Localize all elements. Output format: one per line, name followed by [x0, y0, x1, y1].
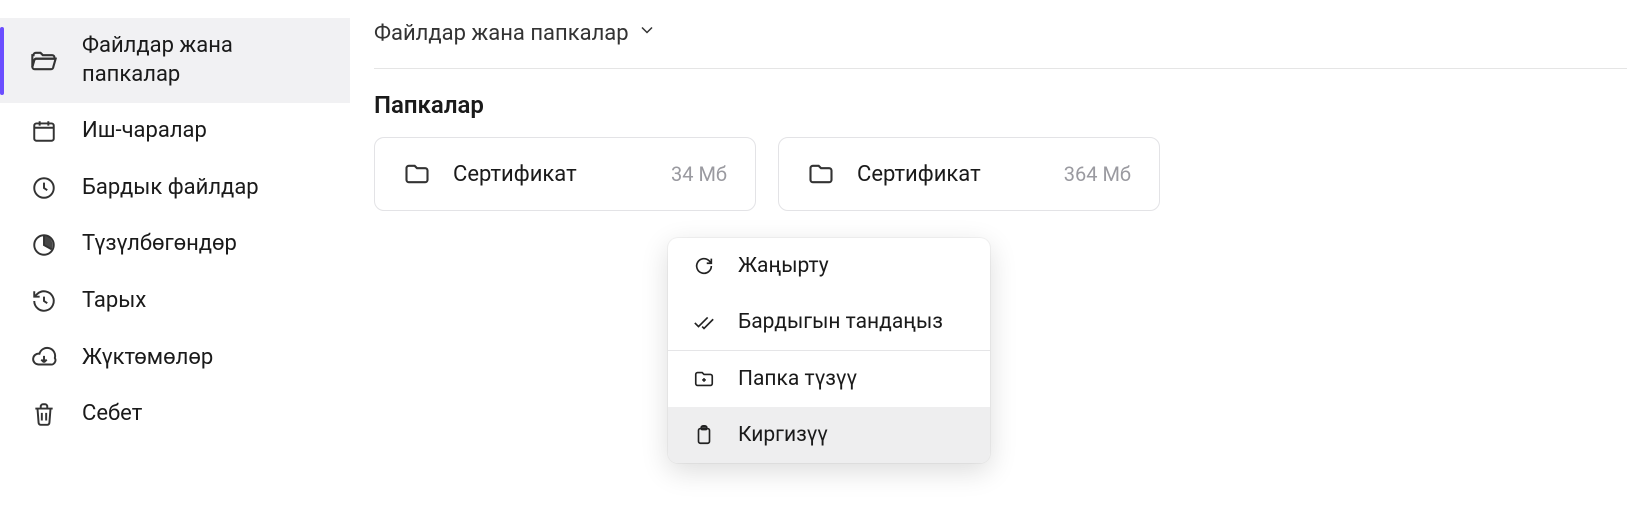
- folder-size: 34 Мб: [671, 162, 727, 186]
- refresh-icon: [692, 254, 716, 278]
- menu-item-select-all[interactable]: Бардыгын тандаңыз: [668, 294, 990, 350]
- sidebar-item-label: Түзүлбөгөндөр: [82, 230, 237, 259]
- menu-item-label: Бардыгын тандаңыз: [738, 310, 943, 334]
- menu-item-paste[interactable]: Киргизүү: [668, 407, 990, 463]
- folder-name: Сертификат: [857, 162, 1042, 187]
- check-all-icon: [692, 310, 716, 334]
- sidebar-item-events[interactable]: Иш-чаралар: [0, 103, 350, 160]
- folder-size: 364 Мб: [1064, 162, 1131, 186]
- clock-icon: [30, 174, 58, 202]
- sidebar-item-history[interactable]: Тарых: [0, 273, 350, 330]
- breadcrumb-label: Файлдар жана папкалар: [374, 21, 629, 46]
- context-menu: Жаңырту Бардыгын тандаңыз Папка түзүү Ки…: [668, 238, 990, 463]
- folder-card[interactable]: Сертификат 34 Мб: [374, 137, 756, 211]
- folder-icon: [403, 160, 431, 188]
- sidebar-item-label: Себет: [82, 400, 142, 429]
- sidebar: Файлдар жана папкалар Иш-чаралар Бардык …: [0, 0, 350, 526]
- folders-row: Сертификат 34 Мб Сертификат 364 Мб: [374, 137, 1627, 211]
- history-icon: [30, 287, 58, 315]
- menu-item-label: Жаңырту: [738, 254, 829, 278]
- sidebar-item-trash[interactable]: Себет: [0, 386, 350, 443]
- download-cloud-icon: [30, 344, 58, 372]
- menu-item-label: Папка түзүү: [738, 367, 857, 391]
- chevron-down-icon: [637, 20, 657, 46]
- calendar-icon: [30, 117, 58, 145]
- sidebar-item-all-files[interactable]: Бардык файлдар: [0, 160, 350, 217]
- menu-item-label: Киргизүү: [738, 423, 828, 447]
- new-folder-icon: [692, 367, 716, 391]
- main-content: Файлдар жана папкалар Папкалар Сертифика…: [350, 0, 1651, 526]
- sidebar-item-files-folders[interactable]: Файлдар жана папкалар: [0, 18, 350, 103]
- clipboard-icon: [692, 423, 716, 447]
- sidebar-item-label: Бардык файлдар: [82, 174, 259, 203]
- sidebar-item-label: Файлдар жана папкалар: [82, 32, 330, 89]
- sidebar-item-label: Иш-чаралар: [82, 117, 207, 146]
- breadcrumb-dropdown[interactable]: Файлдар жана папкалар: [374, 12, 1627, 69]
- sidebar-item-label: Тарых: [82, 287, 146, 316]
- folder-icon: [807, 160, 835, 188]
- sidebar-item-downloads[interactable]: Жүктөмөлөр: [0, 330, 350, 387]
- menu-item-new-folder[interactable]: Папка түзүү: [668, 351, 990, 407]
- folder-card[interactable]: Сертификат 364 Мб: [778, 137, 1160, 211]
- section-heading: Папкалар: [374, 91, 1627, 119]
- folder-open-icon: [30, 47, 58, 75]
- folder-name: Сертификат: [453, 162, 649, 187]
- pie-icon: [30, 231, 58, 259]
- trash-icon: [30, 400, 58, 428]
- menu-item-refresh[interactable]: Жаңырту: [668, 238, 990, 294]
- sidebar-item-uncreated[interactable]: Түзүлбөгөндөр: [0, 216, 350, 273]
- sidebar-item-label: Жүктөмөлөр: [82, 344, 213, 373]
